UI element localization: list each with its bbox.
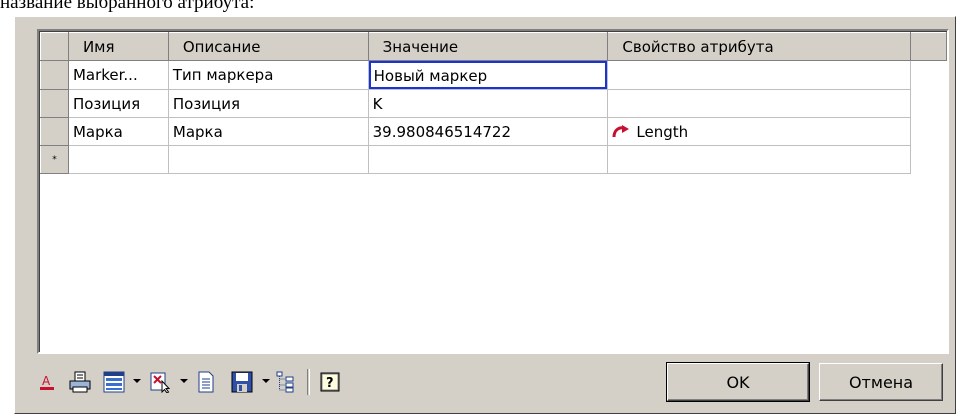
cell-property[interactable] <box>607 145 912 174</box>
cell-value[interactable]: K <box>368 89 609 118</box>
ok-button[interactable]: OK <box>666 362 810 402</box>
table-row[interactable]: Позиция Позиция K <box>40 89 947 118</box>
document-icon[interactable] <box>193 368 219 396</box>
cell-value[interactable] <box>368 145 609 174</box>
toolbar-separator <box>307 369 310 395</box>
red-link-arrow-icon <box>612 124 630 137</box>
new-row-marker: * <box>40 145 69 174</box>
layout-icon[interactable] <box>101 368 127 396</box>
delete-dropdown-arrow[interactable] <box>180 379 188 383</box>
row-selector-header <box>40 32 69 61</box>
save-dropdown-arrow[interactable] <box>262 379 270 383</box>
print-icon[interactable] <box>67 368 93 396</box>
tree-icon[interactable] <box>274 368 298 396</box>
cell-description[interactable] <box>168 145 369 174</box>
table-row[interactable]: Марка Марка 39.980846514722 Length <box>40 117 947 146</box>
attributes-table: Имя Описание Значение Свойство атрибута … <box>40 32 947 174</box>
cancel-button[interactable]: Отмена <box>819 363 943 401</box>
cell-name[interactable] <box>68 145 169 174</box>
table-row[interactable]: Marker... Тип маркера Новый маркер <box>40 60 947 90</box>
property-label: Length <box>636 122 689 141</box>
column-header-description[interactable]: Описание <box>167 32 369 61</box>
cell-name[interactable]: Марка <box>68 117 169 146</box>
attribute-dialog: Имя Описание Значение Свойство атрибута … <box>14 16 956 414</box>
cell-property[interactable] <box>607 60 912 90</box>
column-header-name[interactable]: Имя <box>67 32 169 61</box>
save-icon[interactable] <box>229 368 255 396</box>
attributes-grid[interactable]: Имя Описание Значение Свойство атрибута … <box>37 29 949 354</box>
cell-name[interactable]: Marker... <box>68 60 169 90</box>
header-row: Имя Описание Значение Свойство атрибута <box>40 32 947 61</box>
delete-icon[interactable] <box>147 368 173 396</box>
instruction-caption: название выбранного атрибута: <box>0 0 255 13</box>
help-icon[interactable]: ? <box>317 368 343 396</box>
column-header-value[interactable]: Значение <box>367 32 609 61</box>
cell-property[interactable] <box>607 89 912 118</box>
text-color-icon[interactable]: A <box>37 368 57 396</box>
new-row[interactable]: * <box>40 145 947 174</box>
cell-value[interactable]: Новый маркер <box>368 60 609 90</box>
column-header-filler <box>910 32 947 61</box>
value-edit-field[interactable]: Новый маркер <box>368 61 607 89</box>
svg-text:?: ? <box>326 376 334 391</box>
column-header-property[interactable]: Свойство атрибута <box>607 32 912 61</box>
cell-description[interactable]: Марка <box>168 117 369 146</box>
row-selector[interactable] <box>40 117 69 146</box>
svg-text:A: A <box>42 374 51 388</box>
row-selector[interactable] <box>40 60 69 90</box>
layout-dropdown-arrow[interactable] <box>133 379 141 383</box>
cell-description[interactable]: Позиция <box>168 89 369 118</box>
cell-value[interactable]: 39.980846514722 <box>368 117 609 146</box>
cell-name[interactable]: Позиция <box>68 89 169 118</box>
row-selector[interactable] <box>40 89 69 118</box>
cell-property[interactable]: Length <box>607 117 912 146</box>
cell-description[interactable]: Тип маркера <box>168 60 369 90</box>
